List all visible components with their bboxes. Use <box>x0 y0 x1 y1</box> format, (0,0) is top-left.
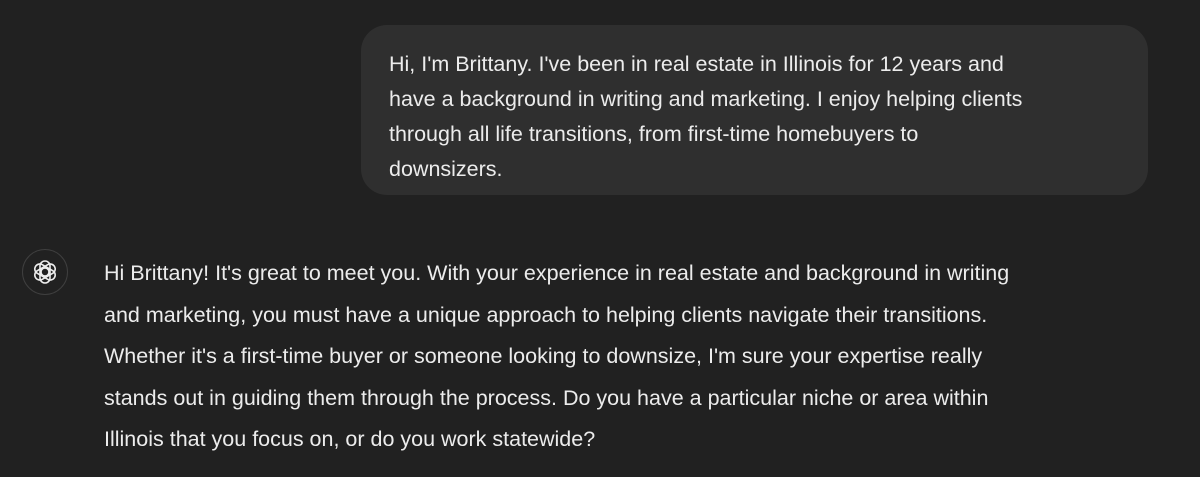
assistant-message-text: Hi Brittany! It's great to meet you. Wit… <box>104 261 1010 451</box>
user-message-bubble: Hi, I'm Brittany. I've been in real esta… <box>361 25 1148 195</box>
user-message-text: Hi, I'm Brittany. I've been in real esta… <box>389 52 1023 181</box>
openai-logo-icon <box>34 260 56 284</box>
assistant-avatar <box>22 249 68 295</box>
